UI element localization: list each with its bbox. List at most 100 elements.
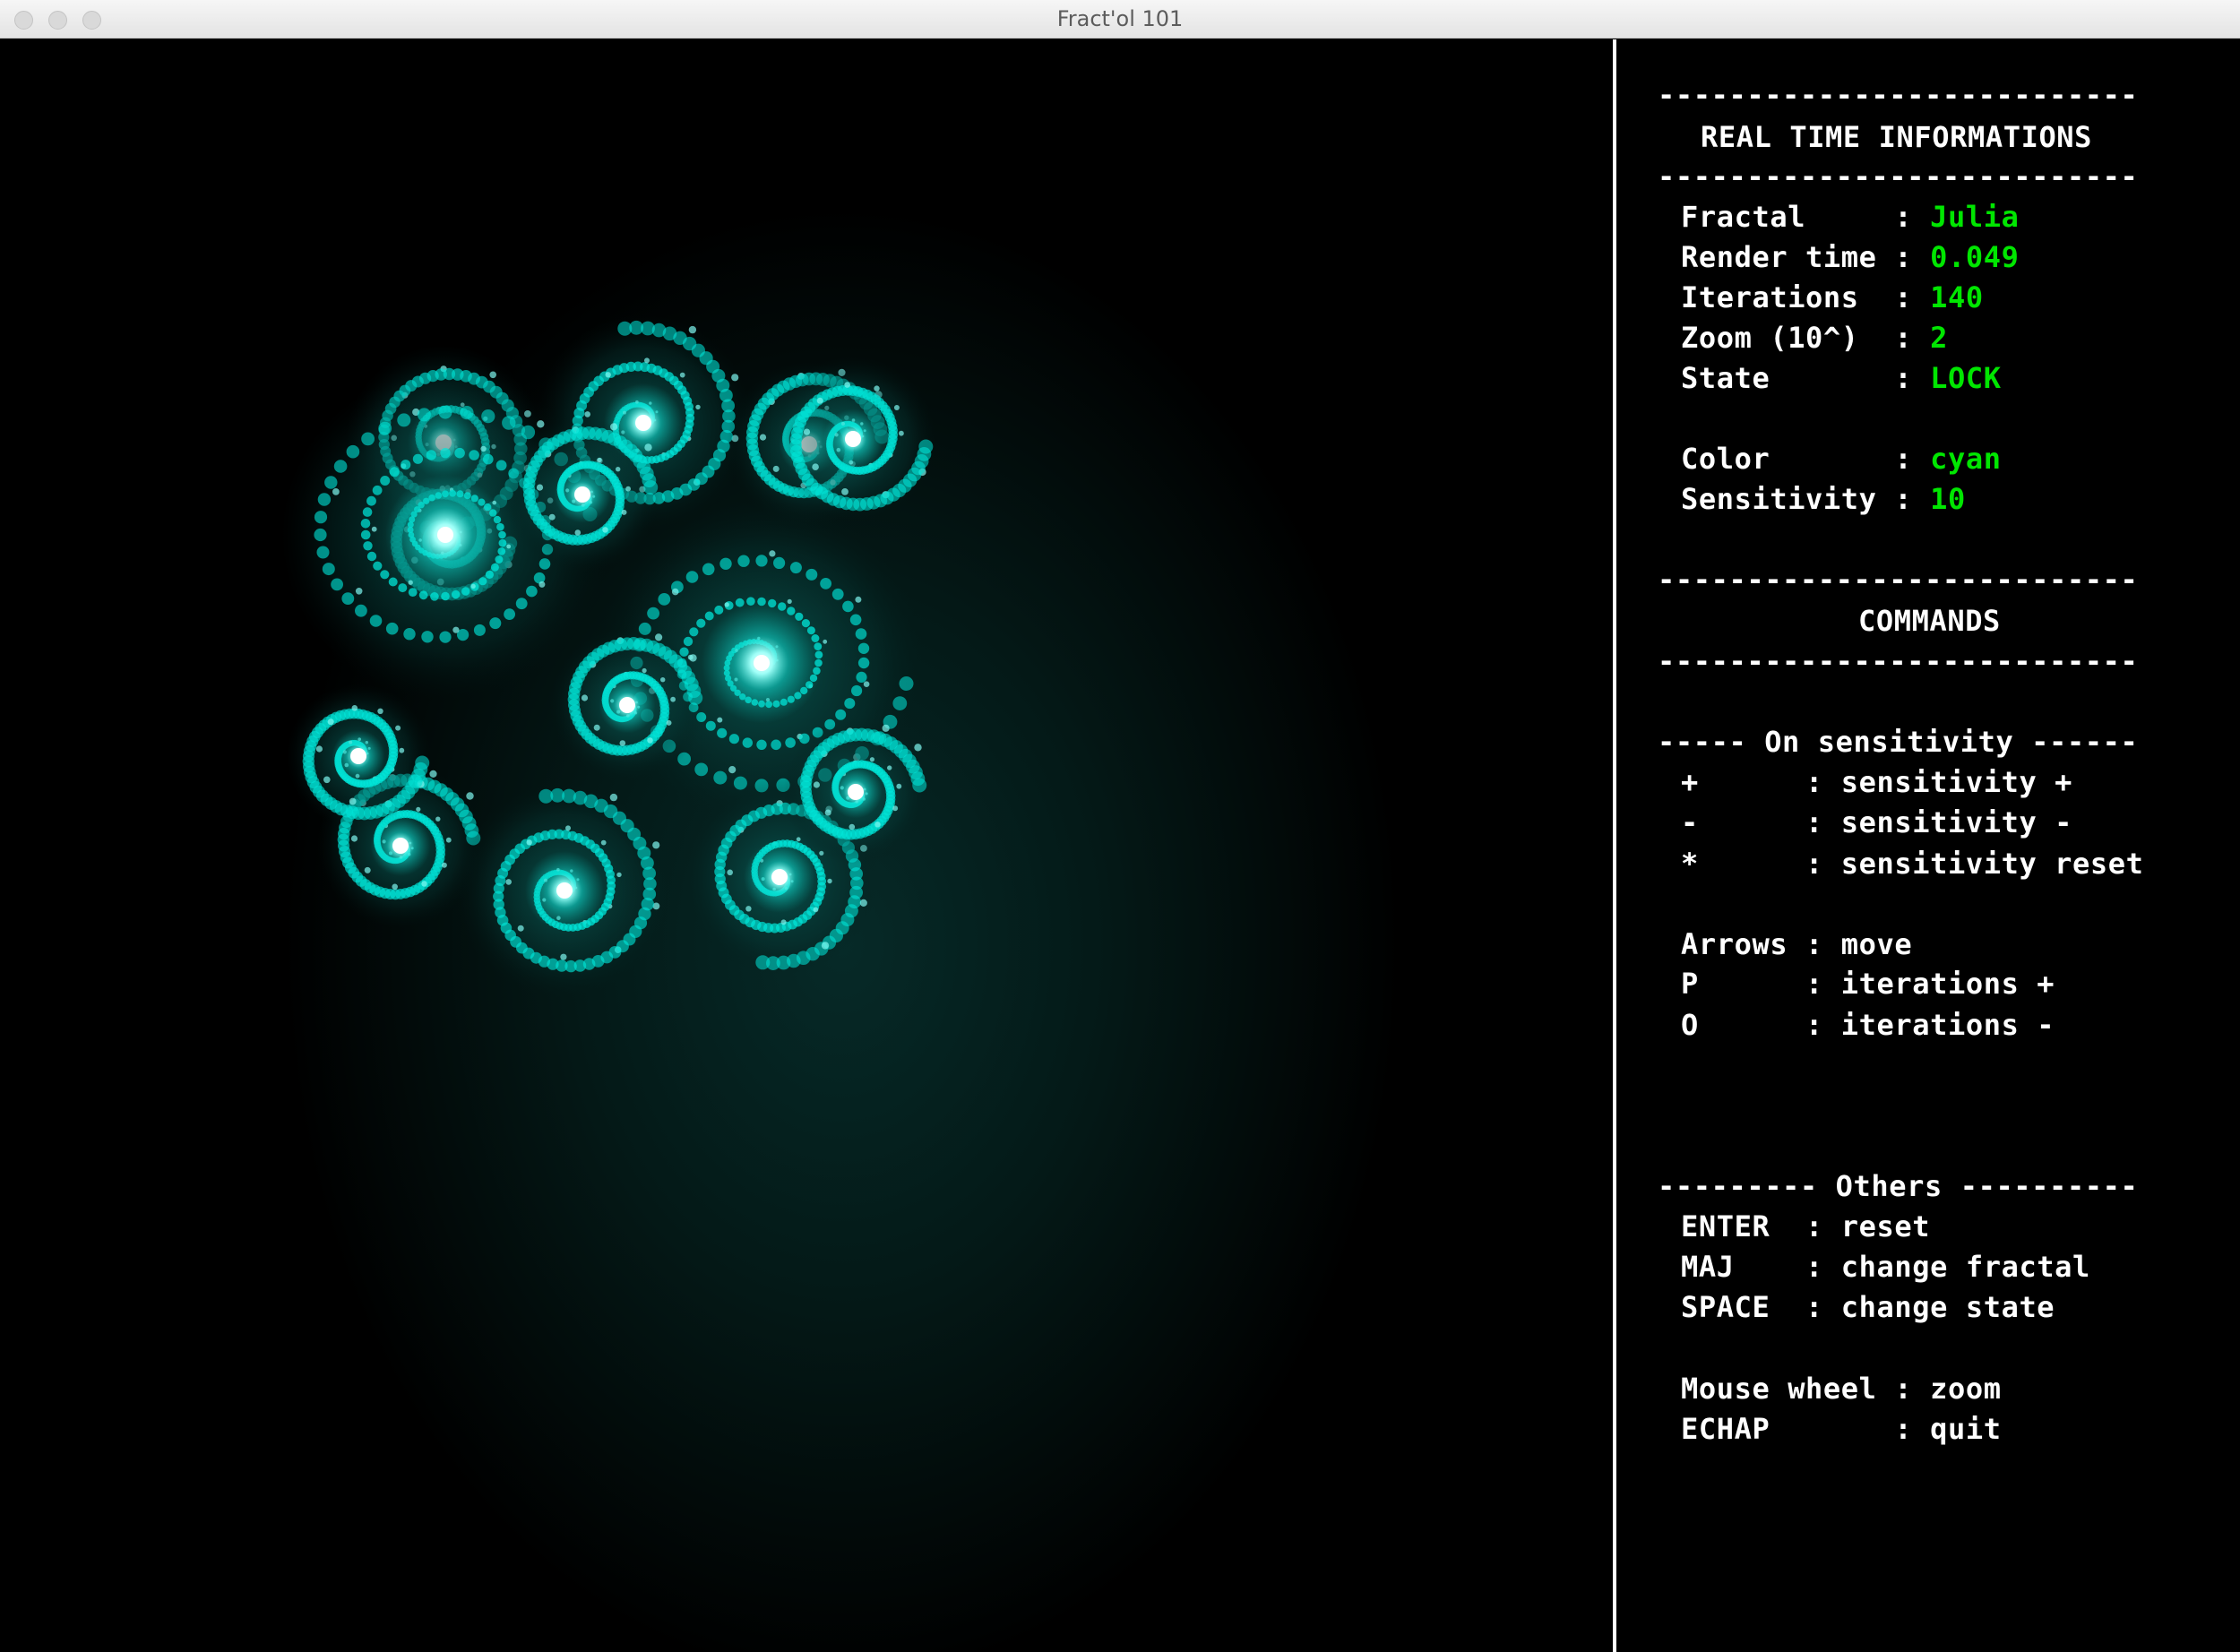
info-label: Iterations : (1681, 280, 1931, 314)
fractal-dot (548, 513, 556, 521)
fractal-dot (714, 605, 724, 615)
fractal-dot (780, 919, 787, 925)
fractal-dot (323, 776, 331, 784)
fractal-dot (855, 628, 867, 640)
spiral-left-lower-core (350, 748, 366, 764)
fractal-dot (317, 493, 332, 506)
fractal-dot (713, 770, 728, 785)
fractal-dot (666, 719, 672, 726)
fractal-dot (756, 739, 767, 750)
fractal-dot (671, 588, 679, 596)
fractal-canvas[interactable] (0, 39, 1613, 1652)
fractal-dot (538, 581, 546, 588)
fractal-dot (841, 488, 849, 495)
fractal-dot (380, 476, 391, 486)
fractal-dot (855, 596, 862, 603)
info-label: Render time : (1681, 240, 1931, 274)
separator: --------------------------- (1658, 563, 2139, 597)
fractal-dot (688, 691, 703, 705)
fractal-dot (874, 822, 881, 828)
fractal-dot (466, 792, 474, 800)
fractal-dot (728, 734, 740, 744)
fractal-dot (670, 696, 676, 702)
fractal-dot (704, 611, 714, 621)
fractal-dot (821, 942, 830, 950)
real-time-info-header: REAL TIME INFORMATIONS (1701, 120, 2093, 154)
fractal-dot (647, 607, 659, 620)
fractal-dot (731, 374, 739, 382)
info-panel: --------------------------- REAL TIME IN… (1616, 39, 2240, 1652)
fractal-dot (388, 577, 398, 587)
fractal-dot (454, 447, 465, 459)
command-iterations-minus: O : iterations - (1681, 1008, 2055, 1042)
fractal-dot (399, 747, 405, 753)
fractal-dot (536, 484, 544, 491)
separator: --------------------------- (1658, 159, 2139, 194)
fractal-dot (717, 727, 728, 738)
fractal-dot (857, 642, 870, 654)
info-value-render-time: 0.049 (1930, 240, 2020, 274)
fractal-dot (644, 443, 652, 452)
fractal-dot (378, 421, 392, 435)
fractal-dot (616, 872, 622, 878)
fractal-dot (371, 526, 377, 532)
fractal-dot (581, 694, 589, 701)
fractal-dot (912, 778, 927, 793)
fractal-dot (695, 404, 701, 410)
fractal-dot (759, 434, 767, 441)
fractal-dot (538, 788, 554, 804)
fractal-dot (724, 602, 729, 607)
fractal-dot (429, 770, 437, 779)
fractal-dot (813, 781, 821, 788)
fractal-dot (314, 528, 327, 542)
fractal-dot (844, 698, 856, 710)
command-echap-quit: ECHAP : quit (1681, 1412, 2002, 1446)
fractal-dot (842, 600, 854, 613)
command-mouse-wheel-zoom: Mouse wheel : zoom (1681, 1372, 2002, 1406)
fractal-dot (369, 615, 383, 627)
spiral-top-mid-core (635, 415, 651, 431)
fractal-dot (597, 457, 602, 463)
fractal-dot (360, 529, 371, 540)
fractal-dot (324, 476, 338, 489)
fractal-dot (893, 405, 900, 410)
fractal-dot (863, 681, 870, 687)
fractal-dot (609, 793, 618, 802)
fractal-dot (728, 766, 737, 774)
fractal-dot (505, 879, 512, 885)
fractal-dot (435, 816, 441, 822)
command-sensitivity-reset: * : sensitivity reset (1681, 847, 2144, 881)
fractal-dot (421, 631, 434, 643)
fractal-dot (771, 739, 781, 751)
fractal-dot (360, 519, 371, 529)
fractal-dot (574, 529, 582, 536)
fractal-dot (385, 622, 399, 635)
fractal-dot (440, 448, 451, 459)
fractal-dot (605, 372, 611, 378)
fractal-dot (395, 725, 401, 731)
fractal-dot (696, 618, 706, 628)
fractal-dot (727, 869, 733, 876)
fractal-dot (719, 557, 732, 570)
fractal-dot (526, 585, 538, 598)
fractal-dot (441, 862, 447, 868)
separator: --------------------------- (1658, 644, 2139, 678)
fractal-dot (824, 809, 831, 816)
fractal-dot (773, 556, 786, 570)
fractal-dot (377, 708, 383, 714)
fractal-dot (616, 467, 621, 472)
window-title: Fract'ol 101 (1056, 6, 1184, 31)
fractal-dot (621, 509, 627, 515)
fractal-dot (322, 563, 335, 576)
fractal-dot (820, 578, 831, 589)
fractal-dot (660, 677, 666, 683)
fractal-dot (506, 544, 512, 549)
spiral-bottom-left-core (392, 838, 409, 854)
fractal-dot (918, 439, 934, 454)
fractal-dot (849, 823, 856, 830)
fractal-dot (526, 839, 532, 846)
fractal-dot (849, 614, 862, 626)
fractal-dot (373, 561, 383, 571)
fractal-dot (655, 633, 663, 641)
info-label: Color : (1681, 442, 1931, 476)
